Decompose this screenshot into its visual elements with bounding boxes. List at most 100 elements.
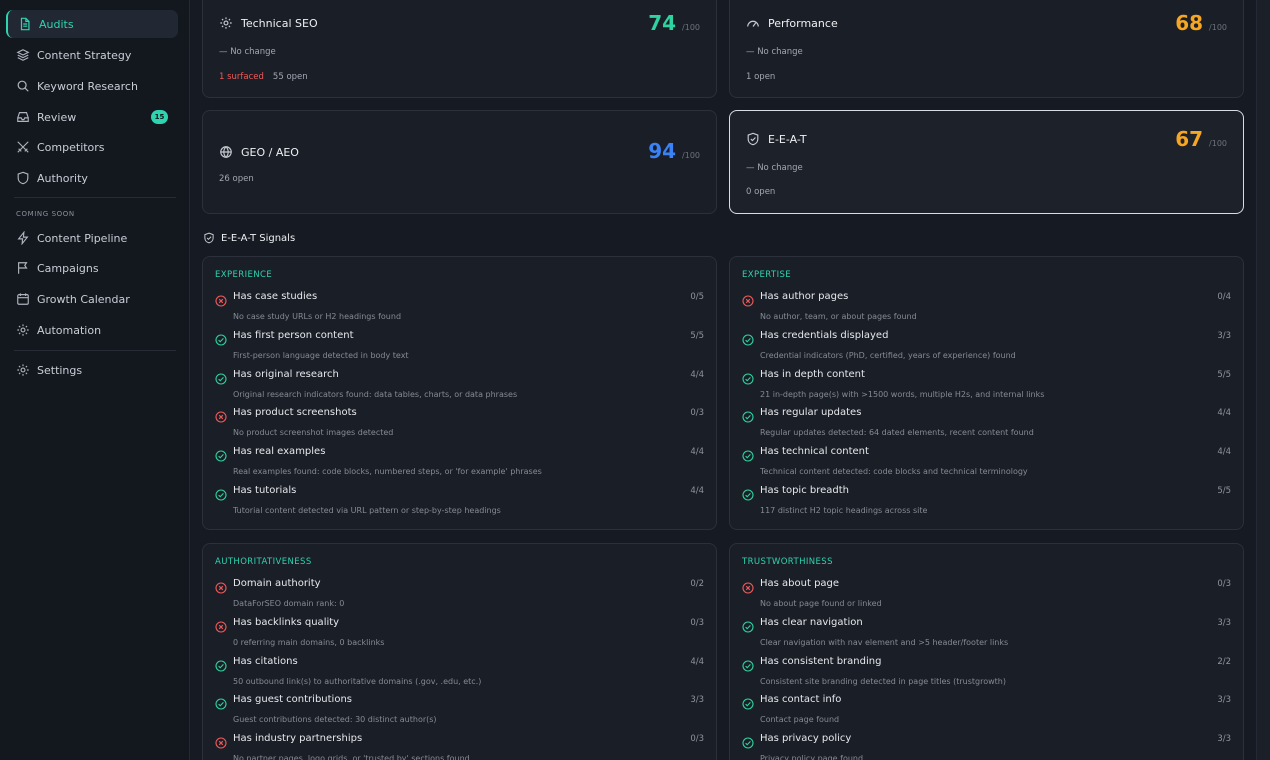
x-circle-icon [215, 292, 227, 307]
signal-row: Has case studies 0/5 No case study URLs or… [215, 291, 704, 330]
open-count: 26 open [219, 174, 254, 184]
signal-label: Has credentials displayed [760, 329, 889, 341]
signal-detail: No about page found or linked [760, 599, 882, 608]
signal-row: Has guest contributions 3/3 Guest contribu… [215, 694, 704, 733]
sidebar-item-content-strategy[interactable]: Content Strategy [6, 41, 178, 69]
signal-score: 0/3 [1217, 579, 1231, 589]
signal-detail: Real examples found: code blocks, number… [233, 467, 542, 477]
sidebar-item-keyword-research[interactable]: Keyword Research [6, 72, 178, 100]
signal-row: Has citations 4/4 50 outbound link(s) to a… [215, 655, 704, 695]
expertise-card: EXPERTISE Has author pages 0/4 No author, … [729, 256, 1244, 530]
settings-icon [16, 363, 30, 377]
sidebar-item-audits[interactable]: Audits [6, 10, 178, 38]
signal-row: Has consistent branding 2/2 Consistent sit… [742, 656, 1231, 695]
sidebar-item-growth-calendar[interactable]: Growth Calendar [6, 285, 178, 313]
check-circle-icon [742, 618, 754, 633]
card-header: GEO / AEO [219, 145, 299, 159]
signal-row: Has regular updates 4/4 Regular updates de… [742, 407, 1231, 446]
card-title: Performance [768, 16, 838, 30]
signal-score: 3/3 [1217, 330, 1231, 341]
sidebar-item-settings[interactable]: Settings [6, 356, 178, 384]
signal-row: Has industry partnerships 0/3 No partner p… [215, 733, 704, 760]
score-value: 68 /100 [1175, 11, 1227, 35]
signal-detail: Credential indicators (PhD, certified, y… [760, 350, 1016, 360]
signal-score: 4/4 [1217, 447, 1231, 458]
signal-score: 5/5 [690, 330, 704, 341]
signal-detail: No partner pages, logo grids, or 'truste… [233, 754, 470, 760]
score-value: 74 /100 [648, 11, 700, 35]
sidebar-item-review[interactable]: Review 15 [6, 103, 178, 131]
sidebar-item-label: Competitors [37, 140, 105, 154]
score-max: /100 [1209, 139, 1227, 148]
card-title: GEO / AEO [241, 145, 299, 159]
card-title: Technical SEO [241, 16, 318, 30]
page-scrollbar[interactable] [1256, 0, 1270, 760]
signal-label: Has guest contributions [233, 694, 352, 706]
signal-score: 0/3 [690, 408, 704, 419]
check-circle-icon [742, 331, 754, 346]
performance-card[interactable]: Performance 68 /100 — No change 1 open [729, 0, 1244, 98]
sidebar-item-competitors[interactable]: Competitors [6, 133, 178, 161]
x-circle-icon [742, 579, 754, 594]
signal-score: 4/4 [1217, 408, 1231, 419]
eeat-card[interactable]: E-E-A-T 67 /100 — No change 0 open [729, 110, 1244, 214]
signal-row: Has in depth content 5/5 21 in-depth page(… [742, 368, 1231, 408]
sidebar-item-label: Review [37, 110, 77, 124]
score-number: 68 [1175, 11, 1204, 35]
signal-detail: No product screenshot images detected [233, 428, 394, 438]
signal-row: Has privacy policy 3/3 Privacy policy page… [742, 733, 1231, 760]
shield-check-icon [204, 232, 214, 244]
signal-score: 2/2 [1217, 656, 1231, 667]
signal-label: Has technical content [760, 446, 869, 458]
category-label: EXPERTISE [742, 270, 792, 280]
score-max: /100 [682, 151, 700, 160]
signal-row: Domain authority 0/2 DataForSEO domain ran… [215, 578, 704, 617]
signal-score: 4/4 [690, 486, 704, 496]
sidebar-item-authority[interactable]: Authority [6, 164, 178, 192]
category-label: AUTHORITATIVENESS [215, 557, 312, 567]
signal-label: Has regular updates [760, 407, 862, 419]
surfaced-count: 1 surfaced [219, 72, 264, 82]
score-number: 74 [648, 11, 677, 35]
signal-label: Has clear navigation [760, 616, 863, 628]
signal-label: Has citations [233, 655, 298, 667]
signal-row: Has topic breadth 5/5 117 distinct H2 topi… [742, 485, 1231, 524]
signal-score: 3/3 [690, 695, 704, 706]
geo-aeo-card[interactable]: GEO / AEO 94 /100 26 open [202, 110, 717, 214]
signal-score: 0/3 [690, 734, 704, 745]
sidebar-item-automation[interactable]: Automation [6, 316, 178, 344]
document-icon [18, 17, 32, 31]
signal-detail: Clear navigation with nav element and >5… [760, 637, 1009, 647]
sidebar-item-label: Settings [37, 363, 83, 377]
globe-icon [219, 145, 233, 159]
authoritativeness-card: AUTHORITATIVENESS Domain authority 0/2 Dat… [202, 543, 717, 760]
signal-detail: 117 distinct H2 topic headings across si… [760, 506, 928, 515]
signal-detail: Contact page found [760, 715, 840, 725]
signal-detail: DataForSEO domain rank: 0 [233, 599, 345, 608]
technical-seo-card[interactable]: Technical SEO 74 /100 — No change 1 surf… [202, 0, 717, 98]
signal-score: 5/5 [1217, 369, 1231, 380]
check-circle-icon [215, 447, 227, 462]
sidebar-item-content-pipeline[interactable]: Content Pipeline [6, 224, 178, 252]
signal-detail: Original research indicators found: data… [233, 389, 518, 399]
card-header: Technical SEO [219, 16, 318, 30]
cog-icon [16, 323, 30, 337]
signal-row: Has author pages 0/4 No author, team, or a… [742, 291, 1231, 330]
sidebar-item-label: Growth Calendar [37, 292, 130, 306]
signal-detail: 50 outbound link(s) to authoritative dom… [233, 676, 482, 686]
signal-score: 0/4 [1217, 292, 1231, 302]
change-text: — No change [746, 47, 803, 57]
swords-icon [16, 140, 30, 154]
check-circle-icon [742, 695, 754, 710]
signal-row: Has contact info 3/3 Contact page found [742, 694, 1231, 733]
check-circle-icon [215, 486, 227, 501]
signal-detail: 21 in-depth page(s) with >1500 words, mu… [760, 389, 1045, 399]
signal-label: Has in depth content [760, 368, 865, 380]
check-circle-icon [742, 370, 754, 385]
sidebar-item-label: Content Pipeline [37, 231, 128, 245]
signal-detail: 0 referring main domains, 0 backlinks [233, 637, 385, 647]
signal-label: Has case studies [233, 291, 318, 302]
sidebar-item-label: Audits [39, 17, 74, 31]
signal-label: Has product screenshots [233, 407, 357, 419]
sidebar-item-campaigns[interactable]: Campaigns [6, 254, 178, 282]
